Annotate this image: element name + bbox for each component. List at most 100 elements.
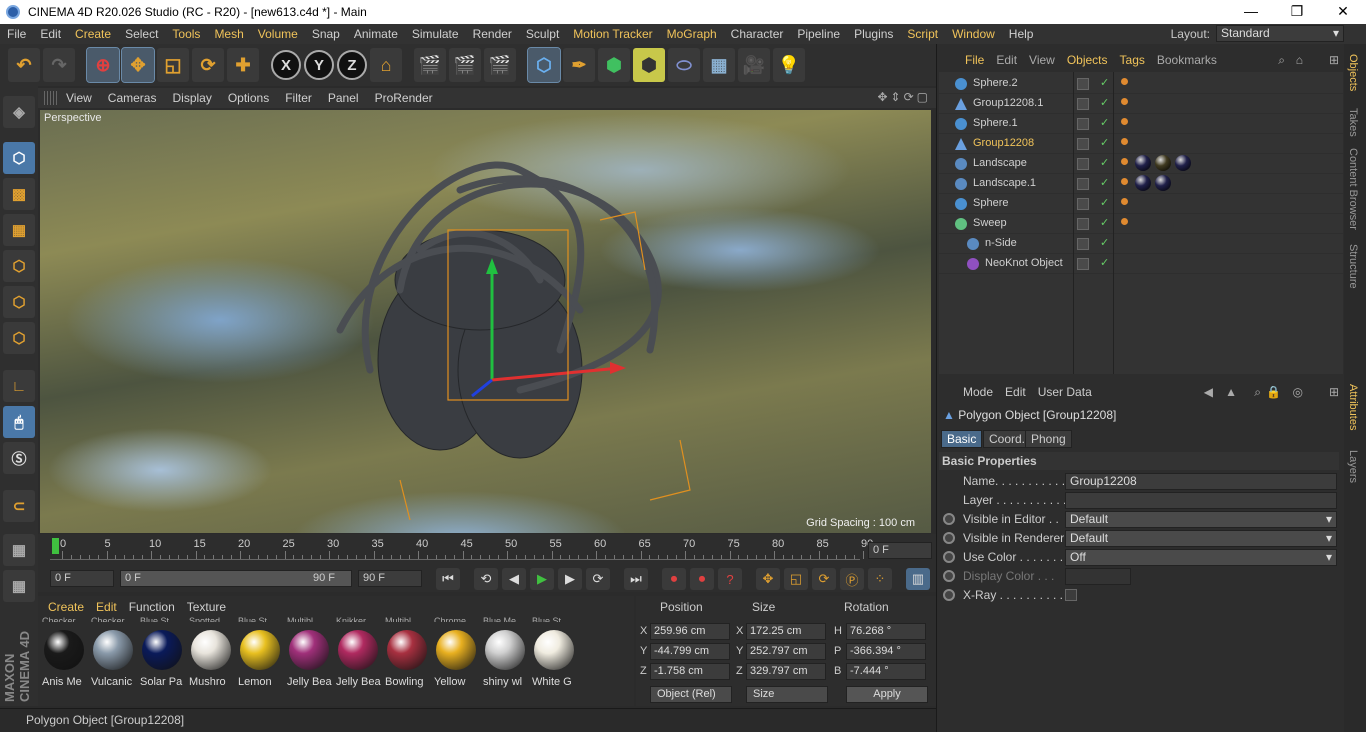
attribute-value-dropdown[interactable]: Default bbox=[1065, 530, 1337, 547]
minimize-button[interactable]: — bbox=[1228, 0, 1274, 24]
light-icon[interactable]: 💡 bbox=[773, 48, 805, 82]
material-tag-icon[interactable] bbox=[1155, 175, 1171, 191]
subdivision-icon[interactable]: ⬢ bbox=[598, 48, 630, 82]
apply-button[interactable]: Apply bbox=[846, 686, 928, 703]
coordinate-mode-dropdown[interactable]: Object (Rel) bbox=[650, 686, 732, 703]
material-item[interactable]: Blue St Lemon bbox=[238, 616, 282, 702]
points-mode-icon[interactable]: ⬡ bbox=[3, 250, 35, 282]
snap-icon[interactable]: ⊂ bbox=[3, 490, 35, 522]
material-item[interactable]: Knikker Jelly Bea bbox=[336, 616, 381, 702]
menu-mesh[interactable]: Mesh bbox=[207, 27, 250, 41]
attribute-value-check[interactable] bbox=[1065, 589, 1077, 601]
phong-tag-icon[interactable] bbox=[1121, 178, 1128, 185]
menu-sculpt[interactable]: Sculpt bbox=[519, 27, 566, 41]
attr-up-arrow-icon[interactable]: ▲ bbox=[1225, 385, 1237, 399]
size-z-field[interactable]: 329.797 cm bbox=[746, 663, 826, 680]
y-axis-lock-icon[interactable]: Y bbox=[304, 50, 334, 80]
move-icon[interactable]: ✥ bbox=[121, 47, 155, 83]
side-tab-objects[interactable]: Objects bbox=[1347, 54, 1359, 91]
attr-menu-edit[interactable]: Edit bbox=[999, 385, 1032, 399]
key-position-icon[interactable]: ✥ bbox=[756, 568, 780, 590]
enabled-check-icon[interactable]: ✓ bbox=[1100, 116, 1109, 129]
phong-tag-icon[interactable] bbox=[1121, 78, 1128, 85]
start-frame-field[interactable]: 0 F bbox=[50, 570, 114, 587]
visibility-toggle-icon[interactable] bbox=[1077, 238, 1089, 250]
visibility-toggle-icon[interactable] bbox=[1077, 198, 1089, 210]
attribute-value-field[interactable] bbox=[1065, 492, 1337, 509]
object-new-window-icon[interactable]: ⊞ bbox=[1329, 53, 1339, 67]
polygons-mode-icon[interactable]: ⬡ bbox=[3, 322, 35, 354]
rotate-icon[interactable]: ⟳ bbox=[192, 48, 224, 82]
viewport-maximize-icon[interactable]: ▢ bbox=[917, 90, 928, 104]
phong-tag-icon[interactable] bbox=[1121, 118, 1128, 125]
goto-end-icon[interactable]: ⏭ bbox=[624, 568, 648, 590]
material-tag-icon[interactable] bbox=[1155, 155, 1171, 171]
object-home-icon[interactable]: ⌂ bbox=[1296, 53, 1303, 67]
workplane-mode-icon[interactable]: ▦ bbox=[3, 214, 35, 246]
tab-coord[interactable]: Coord. bbox=[983, 430, 1032, 448]
viewport-menu-filter[interactable]: Filter bbox=[277, 91, 320, 105]
visibility-toggle-icon[interactable] bbox=[1077, 118, 1089, 130]
current-frame-field[interactable]: 0 F bbox=[868, 542, 932, 559]
material-item[interactable]: Chrome Yellow bbox=[434, 616, 478, 702]
menu-pipeline[interactable]: Pipeline bbox=[790, 27, 847, 41]
object-row[interactable]: Sphere.2 ✓ bbox=[939, 74, 1343, 94]
object-name[interactable]: Landscape.1 bbox=[973, 177, 1036, 189]
key-pla-icon[interactable]: ⁘ bbox=[868, 568, 892, 590]
object-menu-objects[interactable]: Objects bbox=[1061, 53, 1114, 67]
range-slider[interactable]: 0 F 90 F bbox=[120, 570, 352, 587]
attr-back-arrow-icon[interactable]: ◀ bbox=[1204, 385, 1213, 399]
texture-mode-icon[interactable]: ▩ bbox=[3, 178, 35, 210]
timeline-ruler[interactable]: 051015202530354045505560657075808590 bbox=[50, 538, 873, 560]
menu-help[interactable]: Help bbox=[1002, 27, 1041, 41]
viewport-menu-options[interactable]: Options bbox=[220, 91, 277, 105]
object-menu-view[interactable]: View bbox=[1023, 53, 1061, 67]
make-editable-icon[interactable]: ◈ bbox=[3, 96, 35, 128]
viewport-rotate-icon[interactable]: ⟳ bbox=[904, 90, 914, 104]
attr-lock-icon[interactable]: 🔒 bbox=[1266, 385, 1281, 399]
object-name[interactable]: Sphere.1 bbox=[973, 117, 1018, 129]
attribute-value-dropdown[interactable]: Default bbox=[1065, 511, 1337, 528]
object-name[interactable]: Sphere bbox=[973, 197, 1008, 209]
material-menu-texture[interactable]: Texture bbox=[181, 600, 232, 614]
material-item[interactable]: Checker Vulcanic bbox=[91, 616, 135, 702]
object-name[interactable]: Group12208.1 bbox=[973, 97, 1043, 109]
viewport-menu-panel[interactable]: Panel bbox=[320, 91, 367, 105]
undo-icon[interactable]: ↶ bbox=[8, 48, 40, 82]
phong-tag-icon[interactable] bbox=[1121, 198, 1128, 205]
object-name[interactable]: Landscape bbox=[973, 157, 1027, 169]
attr-new-window-icon[interactable]: ⊞ bbox=[1329, 385, 1339, 399]
rot-b-field[interactable]: -7.444 ° bbox=[846, 663, 926, 680]
edges-mode-icon[interactable]: ⬡ bbox=[3, 286, 35, 318]
menu-render[interactable]: Render bbox=[466, 27, 519, 41]
cloner-icon[interactable]: ⬢ bbox=[633, 48, 665, 82]
record-keys-icon[interactable]: ⏺ bbox=[662, 568, 686, 590]
rot-h-field[interactable]: 76.268 ° bbox=[846, 623, 926, 640]
key-scale-icon[interactable]: ◱ bbox=[784, 568, 808, 590]
material-menu-function[interactable]: Function bbox=[123, 600, 181, 614]
object-menu-file[interactable]: File bbox=[959, 53, 990, 67]
menu-edit[interactable]: Edit bbox=[33, 27, 68, 41]
redo-icon[interactable]: ↷ bbox=[43, 48, 75, 82]
material-item[interactable]: Blue St White G bbox=[532, 616, 576, 702]
timeline[interactable]: 051015202530354045505560657075808590 0 F bbox=[38, 534, 936, 566]
object-row[interactable]: Sphere ✓ bbox=[939, 194, 1343, 214]
object-name[interactable]: Sphere.2 bbox=[973, 77, 1018, 89]
side-tab-layers[interactable]: Layers bbox=[1347, 450, 1359, 483]
viewport-zoom-icon[interactable]: ⇕ bbox=[891, 90, 901, 104]
object-row[interactable]: Landscape ✓ bbox=[939, 154, 1343, 174]
phong-tag-icon[interactable] bbox=[1121, 158, 1128, 165]
enabled-check-icon[interactable]: ✓ bbox=[1100, 136, 1109, 149]
play-icon[interactable]: ▶ bbox=[530, 568, 554, 590]
timeline-playhead[interactable] bbox=[52, 538, 59, 554]
close-button[interactable]: ✕ bbox=[1320, 0, 1366, 24]
z-axis-lock-icon[interactable]: Z bbox=[337, 50, 367, 80]
pos-x-field[interactable]: 259.96 cm bbox=[650, 623, 730, 640]
material-item[interactable]: Multibl Jelly Bea bbox=[287, 616, 332, 702]
object-row[interactable]: NeoKnot Object ✓ bbox=[939, 254, 1343, 274]
pos-z-field[interactable]: -1.758 cm bbox=[650, 663, 730, 680]
solo-mode-icon[interactable]: Ⓢ bbox=[3, 442, 35, 474]
menu-file[interactable]: File bbox=[0, 27, 33, 41]
tab-basic[interactable]: Basic bbox=[941, 430, 983, 448]
workplane-grid-icon[interactable]: ▦ bbox=[3, 570, 35, 602]
